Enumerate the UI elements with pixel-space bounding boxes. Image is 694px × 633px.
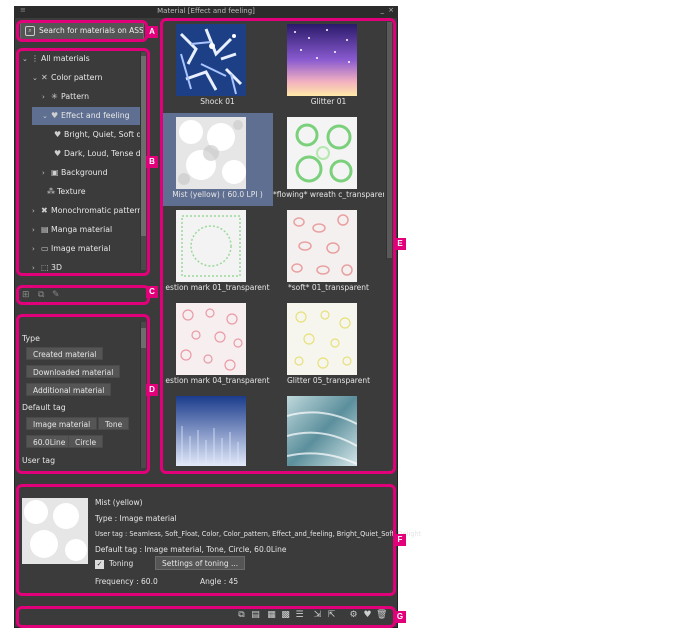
callout-box-d — [16, 314, 150, 474]
callout-box-a — [16, 20, 148, 42]
callout-d: D — [146, 384, 158, 396]
minimize-icon[interactable]: _ — [381, 6, 385, 14]
callout-g: G — [394, 611, 406, 623]
callout-box-f — [16, 484, 396, 596]
callout-f: F — [394, 534, 406, 546]
callout-box-e — [160, 18, 396, 474]
callout-a: A — [146, 26, 158, 38]
window-title: Material [Effect and feeling] — [157, 7, 255, 15]
title-bar: ≡ Material [Effect and feeling] _ × — [14, 6, 398, 18]
callout-b: B — [146, 156, 158, 168]
callout-c: C — [146, 286, 158, 298]
callout-box-b — [16, 48, 150, 276]
callout-e: E — [394, 238, 406, 250]
callout-box-c — [16, 285, 150, 305]
close-icon[interactable]: × — [388, 6, 394, 14]
callout-box-g — [16, 606, 396, 628]
